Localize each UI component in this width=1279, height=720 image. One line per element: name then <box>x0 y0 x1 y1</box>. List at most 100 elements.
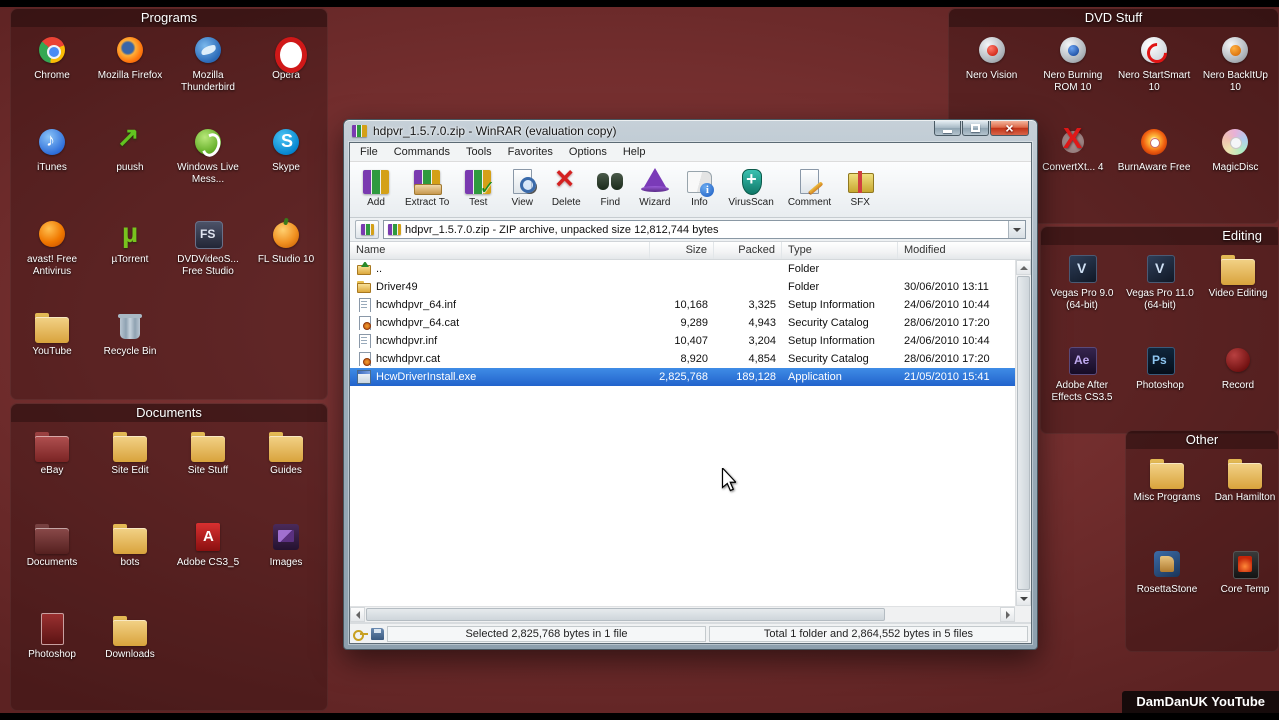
toolbar-find-button[interactable]: Find <box>588 165 632 210</box>
desktop-icon-nero-startsmart-10[interactable]: Nero StartSmart 10 <box>1115 33 1193 125</box>
toolbar-info-button[interactable]: Info <box>677 165 721 210</box>
file-row-parent-dir[interactable]: .. Folder <box>350 260 1015 278</box>
desktop-icon-avast-free-antivirus[interactable]: avast! Free Antivirus <box>13 217 91 309</box>
scrollbar-corner <box>1015 606 1031 622</box>
toolbar-wizard-button[interactable]: Wizard <box>632 165 677 210</box>
desktop-icon-site-edit[interactable]: Site Edit <box>91 428 169 520</box>
file-row-driver49[interactable]: Driver49 Folder 30/06/2010 13:11 <box>350 278 1015 296</box>
desktop-icon-convertxt-4[interactable]: ConvertXt... 4 <box>1034 123 1112 217</box>
desktop-icon-nero-backitup-10[interactable]: Nero BackItUp 10 <box>1196 33 1274 125</box>
scroll-up-button[interactable] <box>1016 260 1031 275</box>
desktop-icon-bots[interactable]: bots <box>91 520 169 612</box>
desktop-icon-torrent[interactable]: µTorrent <box>91 217 169 309</box>
address-dropdown-button[interactable] <box>1008 221 1025 238</box>
column-header-size[interactable]: Size <box>650 242 714 259</box>
desktop-icon-mozilla-firefox[interactable]: Mozilla Firefox <box>91 33 169 125</box>
desktop-icon-documents[interactable]: Documents <box>13 520 91 612</box>
desktop-icon-puush[interactable]: puush <box>91 122 169 217</box>
file-row-hcwdriverinstall-exe[interactable]: HcwDriverInstall.exe 2,825,768 189,128 Appl… <box>350 368 1015 386</box>
desktop-icon-misc-programs[interactable]: Misc Programs <box>1128 455 1206 547</box>
menu-item-tools[interactable]: Tools <box>458 144 500 160</box>
horizontal-scroll-thumb[interactable] <box>366 608 885 621</box>
desktop-icon-mozilla-thunderbird[interactable]: Mozilla Thunderbird <box>169 33 247 125</box>
desktop-icon-adobe-cs3-5[interactable]: Adobe CS3_5 <box>169 520 247 612</box>
desktop-icon-opera[interactable]: Opera <box>247 33 325 125</box>
fence-editing-title[interactable]: Editing <box>1041 227 1278 245</box>
desktop-icon-itunes[interactable]: iTunes <box>13 125 91 217</box>
desktop-icon-vegas-pro-9-0-64-bit[interactable]: Vegas Pro 9.0 (64-bit) <box>1043 251 1121 343</box>
horizontal-scrollbar[interactable] <box>350 606 1015 622</box>
folder-icon <box>356 280 372 294</box>
toolbar-sfx-button[interactable]: SFX <box>838 165 882 210</box>
menu-item-options[interactable]: Options <box>561 144 615 160</box>
toolbar-view-button[interactable]: View <box>500 165 544 210</box>
desktop-icon-images[interactable]: Images <box>247 520 325 612</box>
toolbar-add-button[interactable]: Add <box>354 165 398 210</box>
file-row-hcwhdpvr-inf[interactable]: hcwhdpvr.inf 10,407 3,204 Setup Information… <box>350 332 1015 350</box>
desktop-icon-nero-burning-rom-10[interactable]: Nero Burning ROM 10 <box>1034 33 1112 125</box>
wizard-icon <box>640 167 670 195</box>
scroll-left-button[interactable] <box>350 607 365 622</box>
desktop-icon-site-stuff[interactable]: Site Stuff <box>169 428 247 520</box>
desktop-icon-downloads[interactable]: Downloads <box>91 612 169 704</box>
file-row-hcwhdpvr-cat[interactable]: hcwhdpvr.cat 8,920 4,854 Security Catalog 28… <box>350 350 1015 368</box>
scroll-down-button[interactable] <box>1016 591 1031 606</box>
file-size-cell: 10,407 <box>674 335 708 347</box>
column-header-packed[interactable]: Packed <box>714 242 782 259</box>
desktop-icon-vegas-pro-11-0-64-bit[interactable]: Vegas Pro 11.0 (64-bit) <box>1121 251 1199 343</box>
desktop-icon-photoshop[interactable]: Photoshop <box>1121 343 1199 435</box>
file-row-hcwhdpvr-64-cat[interactable]: hcwhdpvr_64.cat 9,289 4,943 Security Catalo… <box>350 314 1015 332</box>
minimize-button[interactable] <box>934 121 961 136</box>
toolbar-extract-to-button[interactable]: Extract To <box>398 165 456 210</box>
menu-item-favorites[interactable]: Favorites <box>500 144 561 160</box>
menu-item-file[interactable]: File <box>352 144 386 160</box>
desktop-icon-rosettastone[interactable]: RosettaStone <box>1128 547 1206 639</box>
title-bar[interactable]: hdpvr_1.5.7.0.zip - WinRAR (evaluation c… <box>344 120 1037 142</box>
desktop-icon-magicdisc[interactable]: MagicDisc <box>1196 125 1274 217</box>
toolbar-virusscan-button[interactable]: VirusScan <box>721 165 780 210</box>
desktop-icon-recycle-bin[interactable]: Recycle Bin <box>91 309 169 401</box>
desktop-icon-label: Dan Hamilton <box>1214 492 1276 503</box>
fence-documents-title[interactable]: Documents <box>11 404 327 422</box>
desktop-icon-chrome[interactable]: Chrome <box>13 33 91 125</box>
desktop-icon-skype[interactable]: Skype <box>247 125 325 217</box>
scroll-right-button[interactable] <box>1000 607 1015 622</box>
file-type-cell: Setup Information <box>788 299 875 311</box>
fence-other-title[interactable]: Other <box>1126 431 1278 449</box>
file-name: hcwhdpvr_64.inf <box>376 299 457 311</box>
menu-item-commands[interactable]: Commands <box>386 144 458 160</box>
desktop-icon-burnaware-free[interactable]: BurnAware Free <box>1115 125 1193 217</box>
desktop-icon-guides[interactable]: Guides <box>247 428 325 520</box>
vertical-scroll-thumb[interactable] <box>1017 276 1030 590</box>
toolbar-button-label: Add <box>367 197 385 208</box>
close-button[interactable] <box>990 121 1029 136</box>
column-header-name[interactable]: Name <box>350 242 650 259</box>
desktop-icon-video-editing[interactable]: Video Editing <box>1199 251 1277 343</box>
fence-programs-title[interactable]: Programs <box>11 9 327 27</box>
desktop-icon-record[interactable]: Record <box>1199 343 1277 435</box>
column-header-type[interactable]: Type <box>782 242 898 259</box>
desktop-icon-core-temp[interactable]: Core Temp <box>1206 547 1279 639</box>
vertical-scrollbar[interactable] <box>1015 260 1031 606</box>
fence-dvd-stuff-title[interactable]: DVD Stuff <box>949 9 1278 27</box>
column-header-modified[interactable]: Modified <box>898 242 1031 259</box>
desktop-icon-photoshop[interactable]: Photoshop <box>13 612 91 704</box>
desktop-icon-dvdvideos-free-studio[interactable]: DVDVideoS... Free Studio <box>169 217 247 309</box>
desktop-icon-windows-live-mess[interactable]: Windows Live Mess... <box>169 125 247 217</box>
desktop-icon-ebay[interactable]: eBay <box>13 428 91 520</box>
toolbar-test-button[interactable]: Test <box>456 165 500 210</box>
fence-programs: Programs Chrome Mozilla Firefox Mozilla Th… <box>10 8 328 400</box>
toolbar-delete-button[interactable]: Delete <box>544 160 588 210</box>
menu-item-help[interactable]: Help <box>615 144 654 160</box>
toolbar-comment-button[interactable]: Comment <box>781 165 838 210</box>
maximize-button[interactable] <box>962 121 989 136</box>
desktop-icon-youtube[interactable]: YouTube <box>13 309 91 401</box>
address-combo[interactable]: hdpvr_1.5.7.0.zip - ZIP archive, unpacke… <box>383 220 1026 239</box>
desktop-icon-dan-hamilton[interactable]: Dan Hamilton <box>1206 455 1279 547</box>
nero-start-icon <box>1137 33 1171 67</box>
file-row-hcwhdpvr-64-inf[interactable]: hcwhdpvr_64.inf 10,168 3,325 Setup Informat… <box>350 296 1015 314</box>
desktop-icon-fl-studio-10[interactable]: FL Studio 10 <box>247 217 325 309</box>
desktop-icon-nero-vision[interactable]: Nero Vision <box>953 33 1031 125</box>
archive-icon-button[interactable] <box>355 220 379 239</box>
desktop-icon-adobe-after-effects-cs3-5[interactable]: Adobe After Effects CS3.5 <box>1043 343 1121 435</box>
